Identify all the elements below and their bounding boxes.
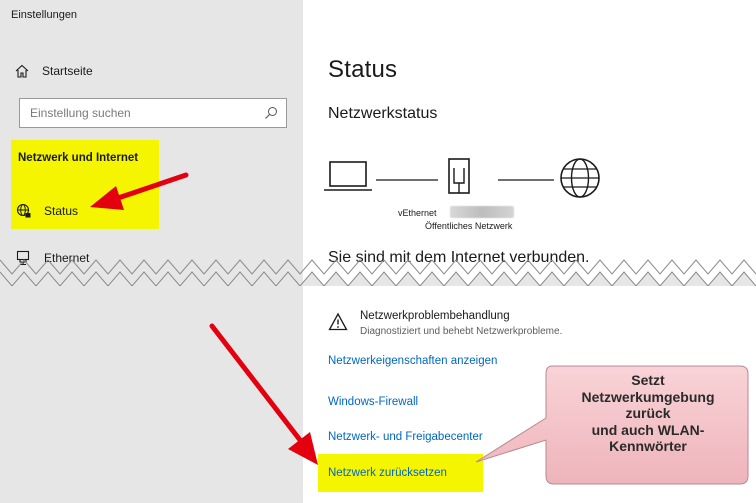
network-type: Öffentliches Netzwerk (425, 221, 513, 231)
network-reset-link[interactable]: Netzwerk zurücksetzen (328, 467, 447, 479)
sidebar-item-status[interactable]: Status (16, 203, 78, 219)
network-diagram (324, 158, 600, 198)
globe-status-icon (16, 203, 32, 219)
sidebar-item-home[interactable]: Startseite (14, 60, 93, 82)
page-title: Status (328, 56, 398, 83)
search-input[interactable] (20, 105, 262, 121)
sidebar-home-label: Startseite (42, 64, 93, 78)
troubleshooter-description: Diagnostiziert und behebt Netzwerkproble… (360, 326, 563, 337)
internet-globe-icon (560, 158, 600, 198)
window-title: Einstellungen (11, 9, 78, 21)
sidebar-lower (0, 286, 303, 503)
sharing-center-link[interactable]: Netzwerk- und Freigabecenter (328, 431, 483, 443)
troubleshooter-item[interactable]: Netzwerkproblembehandlung Diagnostiziert… (328, 310, 562, 337)
windows-firewall-link[interactable]: Windows-Firewall (328, 396, 418, 408)
warning-icon (328, 312, 348, 332)
troubleshooter-title: Netzwerkproblembehandlung (360, 310, 510, 322)
network-properties-link[interactable]: Netzwerkeigenschaften anzeigen (328, 355, 497, 367)
search-box[interactable] (19, 98, 287, 128)
adapter-name: vEthernet (398, 208, 437, 218)
search-icon[interactable] (264, 106, 278, 125)
ethernet-adapter-icon (448, 158, 470, 194)
laptop-icon (324, 161, 372, 191)
callout-text: Setzt Netzwerkumgebung zurück und auch W… (581, 372, 715, 454)
home-icon (14, 63, 30, 79)
sidebar-section-label: Netzwerk und Internet (18, 152, 139, 164)
network-status-heading: Netzwerkstatus (328, 105, 438, 122)
sidebar-status-label: Status (44, 204, 79, 218)
redacted-adapter-suffix (450, 206, 514, 218)
